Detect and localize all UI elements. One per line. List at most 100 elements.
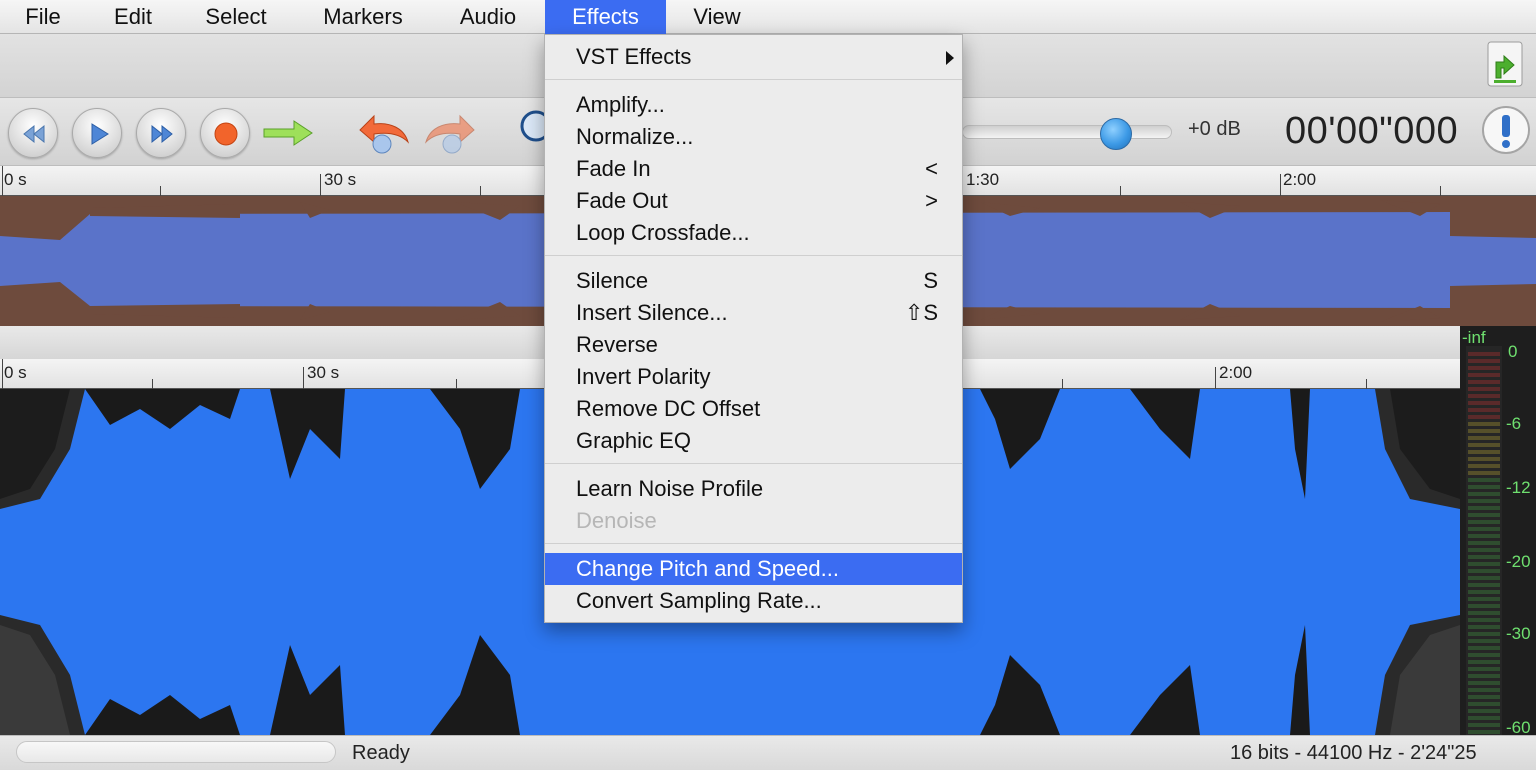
menu-view[interactable]: View bbox=[680, 0, 754, 34]
meter-segment bbox=[1468, 527, 1500, 531]
meter-segment bbox=[1468, 499, 1500, 503]
meter-segment bbox=[1468, 359, 1500, 363]
ruler-label: 0 s bbox=[4, 170, 27, 189]
meter-label-20: -20 bbox=[1506, 552, 1531, 571]
menu-item-label: Remove DC Offset bbox=[576, 396, 761, 421]
menu-audio[interactable]: Audio bbox=[446, 0, 530, 34]
meter-segment bbox=[1468, 401, 1500, 405]
meter-segment bbox=[1468, 632, 1500, 636]
info-icon[interactable] bbox=[1480, 104, 1532, 156]
meter-segment bbox=[1468, 702, 1500, 706]
meter-segment bbox=[1468, 485, 1500, 489]
rewind-icon bbox=[23, 124, 45, 144]
menu-separator bbox=[545, 463, 962, 464]
meter-segment bbox=[1468, 723, 1500, 727]
meter-segment bbox=[1468, 492, 1500, 496]
ruler-tick bbox=[1215, 367, 1216, 389]
menu-effects[interactable]: Effects bbox=[545, 0, 666, 34]
meter-label-6: -6 bbox=[1506, 414, 1522, 433]
menu-item-label: Graphic EQ bbox=[576, 428, 691, 453]
meter-segment bbox=[1468, 709, 1500, 713]
meter-segment bbox=[1468, 394, 1500, 398]
fast-forward-button[interactable] bbox=[136, 108, 186, 158]
meter-segment bbox=[1468, 408, 1500, 412]
menu-item-fade-in[interactable]: Fade In < bbox=[545, 153, 962, 185]
shortcut-label: < bbox=[925, 156, 938, 181]
progress-bar bbox=[16, 741, 336, 763]
menu-item-loop-crossfade[interactable]: Loop Crossfade... bbox=[545, 217, 962, 249]
menu-item-label: Invert Polarity bbox=[576, 364, 711, 389]
meter-segment bbox=[1468, 611, 1500, 615]
meter-segment bbox=[1468, 548, 1500, 552]
redo-icon[interactable] bbox=[422, 108, 478, 156]
meter-label-0: 0 bbox=[1508, 342, 1518, 361]
menu-item-normalize[interactable]: Normalize... bbox=[545, 121, 962, 153]
ruler-label: 1:30 bbox=[966, 170, 1000, 189]
meter-segment bbox=[1468, 597, 1500, 601]
audio-format-text: 16 bits - 44100 Hz - 2'24"25 bbox=[1230, 742, 1477, 764]
meter-segment bbox=[1468, 422, 1500, 426]
ruler-tick bbox=[480, 186, 481, 196]
meter-segment bbox=[1468, 569, 1500, 573]
meter-segment bbox=[1468, 716, 1500, 720]
menu-item-remove-dc-offset[interactable]: Remove DC Offset bbox=[545, 393, 962, 425]
meter-segment bbox=[1468, 583, 1500, 587]
ruler-tick bbox=[2, 359, 3, 389]
menu-markers[interactable]: Markers bbox=[308, 0, 418, 34]
menu-item-convert-sampling-rate[interactable]: Convert Sampling Rate... bbox=[545, 585, 962, 617]
menu-item-label: Change Pitch and Speed... bbox=[576, 556, 839, 581]
meter-segment bbox=[1468, 590, 1500, 594]
loop-arrow-icon[interactable] bbox=[262, 118, 314, 148]
rewind-button[interactable] bbox=[8, 108, 58, 158]
menu-item-graphic-eq[interactable]: Graphic EQ bbox=[545, 425, 962, 457]
volume-knob[interactable] bbox=[1100, 118, 1132, 150]
meter-label-inf: -inf bbox=[1462, 328, 1486, 347]
level-meter: -inf 0 -6 -12 -20 -30 -60 bbox=[1460, 326, 1536, 737]
meter-segment bbox=[1468, 618, 1500, 622]
meter-segment bbox=[1468, 730, 1500, 734]
ruler-tick bbox=[1280, 174, 1281, 196]
play-button[interactable] bbox=[72, 108, 122, 158]
menu-file[interactable]: File bbox=[14, 0, 72, 34]
meter-segment bbox=[1468, 380, 1500, 384]
menu-item-amplify[interactable]: Amplify... bbox=[545, 89, 962, 121]
menu-item-label: Silence bbox=[576, 268, 649, 293]
ruler-tick bbox=[1062, 379, 1063, 389]
meter-segment bbox=[1468, 541, 1500, 545]
meter-segment bbox=[1468, 464, 1500, 468]
shortcut-label: ⇧S bbox=[904, 300, 938, 325]
export-icon[interactable] bbox=[1484, 38, 1526, 90]
meter-segment bbox=[1468, 513, 1500, 517]
menu-item-label: Loop Crossfade... bbox=[576, 220, 750, 245]
menu-item-learn-noise-profile[interactable]: Learn Noise Profile bbox=[545, 473, 962, 505]
record-button[interactable] bbox=[200, 108, 250, 158]
meter-segment bbox=[1468, 450, 1500, 454]
ruler-tick bbox=[2, 166, 3, 196]
menu-item-label: Fade Out bbox=[576, 188, 668, 213]
undo-icon[interactable] bbox=[356, 108, 412, 156]
ruler-label: 2:00 bbox=[1283, 170, 1317, 189]
menu-item-change-pitch-and-speed[interactable]: Change Pitch and Speed... bbox=[545, 553, 962, 585]
menu-item-label: Insert Silence... bbox=[576, 300, 728, 325]
menu-item-reverse[interactable]: Reverse bbox=[545, 329, 962, 361]
meter-segment bbox=[1468, 660, 1500, 664]
meter-segment bbox=[1468, 429, 1500, 433]
menu-item-invert-polarity[interactable]: Invert Polarity bbox=[545, 361, 962, 393]
menu-item-insert-silence[interactable]: Insert Silence... ⇧S bbox=[545, 297, 962, 329]
meter-segment bbox=[1468, 415, 1500, 419]
menu-item-fade-out[interactable]: Fade Out > bbox=[545, 185, 962, 217]
ruler-label: 2:00 bbox=[1219, 363, 1253, 382]
meter-segment bbox=[1468, 695, 1500, 699]
menu-separator bbox=[545, 255, 962, 256]
menu-select[interactable]: Select bbox=[192, 0, 280, 34]
menu-item-vst-effects[interactable]: VST Effects bbox=[545, 41, 962, 73]
volume-slider[interactable] bbox=[962, 125, 1172, 139]
menu-item-silence[interactable]: Silence S bbox=[545, 265, 962, 297]
fast-forward-icon bbox=[151, 124, 173, 144]
meter-label-30: -30 bbox=[1506, 624, 1531, 643]
menu-edit[interactable]: Edit bbox=[100, 0, 166, 34]
meter-segment bbox=[1468, 366, 1500, 370]
meter-segment bbox=[1468, 443, 1500, 447]
meter-label-12: -12 bbox=[1506, 478, 1531, 497]
meter-segment bbox=[1468, 646, 1500, 650]
